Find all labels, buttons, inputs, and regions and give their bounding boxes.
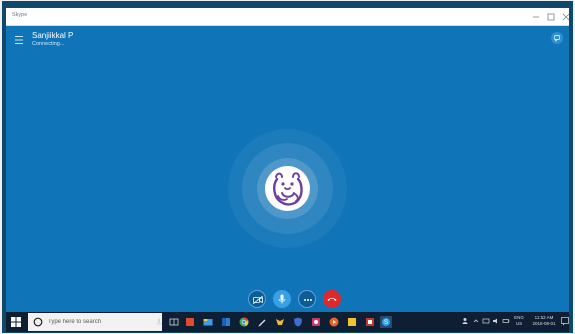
video-button[interactable] [248,290,266,308]
lang-region: US [515,321,523,326]
maximize-icon [547,13,555,21]
chevron-up-icon[interactable] [472,317,480,325]
call-area: Sanjiikkal P Connecting... [6,26,569,312]
call-controls [248,290,345,308]
paint-icon[interactable] [310,316,322,328]
taskbar: S ENG US 11:52 AM 2018-08-01 [6,312,569,332]
input-language[interactable]: ENG US [512,315,526,327]
battery-icon[interactable] [502,317,510,325]
start-button[interactable] [10,316,22,328]
contact-avatar [265,166,310,211]
close-button[interactable] [559,11,573,23]
avatar-pulse [228,129,347,248]
pen-app-icon[interactable] [256,316,268,328]
outlook-icon[interactable] [220,316,232,328]
chrome-icon[interactable] [238,316,250,328]
system-clock[interactable]: 11:52 AM 2018-08-01 [529,315,559,327]
chat-icon [554,35,560,42]
skype-icon[interactable]: S [380,316,392,328]
microphone-button[interactable] [273,290,291,308]
windows-logo-icon [11,317,21,327]
taskbar-search[interactable] [28,313,162,331]
end-call-icon [327,298,337,301]
chat-button[interactable] [551,32,563,44]
call-status: Connecting... [32,41,65,47]
clock-date: 2018-08-01 [532,321,556,326]
menu-button[interactable] [15,36,25,44]
store-icon[interactable] [184,316,196,328]
hamburger-icon [15,36,23,44]
minimize-button[interactable] [529,11,543,23]
contact-name: Sanjiikkal P [32,31,74,40]
media-icon[interactable] [328,316,340,328]
sticky-notes-icon[interactable] [346,316,358,328]
video-icon [252,295,263,305]
explorer-icon[interactable] [202,316,214,328]
more-icon [304,299,312,301]
end-call-button[interactable] [323,290,341,308]
maximize-button[interactable] [544,11,558,23]
volume-icon[interactable] [492,317,500,325]
action-center-icon[interactable] [561,317,569,326]
window-titlebar: Skype [6,8,570,26]
people-icon[interactable] [461,317,469,325]
microphone-taskbar-icon[interactable] [153,316,165,328]
cortana-icon [32,316,44,328]
task-view-icon[interactable] [168,316,180,328]
minimize-icon [533,16,539,18]
search-input[interactable] [48,315,156,329]
window-title: Skype [12,12,28,18]
ferret-cartoon-avatar-icon [266,167,309,210]
microphone-icon [278,294,286,304]
photos-icon[interactable] [274,316,286,328]
svg-text:S: S [384,320,388,326]
network-icon[interactable] [482,317,490,325]
more-options-button[interactable] [298,290,316,308]
close-icon [562,13,570,21]
shield-icon[interactable] [292,316,304,328]
onenote-icon[interactable] [364,316,376,328]
